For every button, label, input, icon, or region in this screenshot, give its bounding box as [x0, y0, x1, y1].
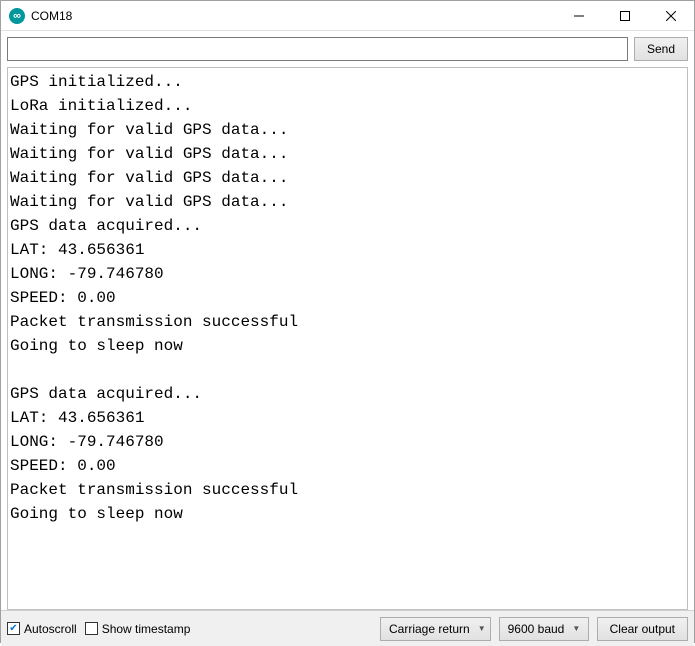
arduino-icon [9, 8, 25, 24]
line-ending-value: Carriage return [389, 622, 470, 636]
console-line: LAT: 43.656361 [10, 238, 685, 262]
checkbox-icon: ✔ [7, 622, 20, 635]
footer-bar: ✔ Autoscroll Show timestamp Carriage ret… [1, 610, 694, 646]
console-line: Going to sleep now [10, 334, 685, 358]
clear-output-button[interactable]: Clear output [597, 617, 688, 641]
console-line: GPS initialized... [10, 70, 685, 94]
console-line: Waiting for valid GPS data... [10, 118, 685, 142]
console-line: GPS data acquired... [10, 214, 685, 238]
autoscroll-label: Autoscroll [24, 622, 77, 636]
console-line: Waiting for valid GPS data... [10, 166, 685, 190]
console-line [10, 358, 685, 382]
console-line: GPS data acquired... [10, 382, 685, 406]
timestamp-label: Show timestamp [102, 622, 191, 636]
send-button[interactable]: Send [634, 37, 688, 61]
show-timestamp-checkbox[interactable]: Show timestamp [85, 622, 191, 636]
autoscroll-checkbox[interactable]: ✔ Autoscroll [7, 622, 77, 636]
maximize-button[interactable] [602, 1, 648, 30]
close-icon [666, 11, 676, 21]
console-line: Waiting for valid GPS data... [10, 142, 685, 166]
console-line: Packet transmission successful [10, 310, 685, 334]
input-row: Send [1, 31, 694, 67]
line-ending-select[interactable]: Carriage return ▼ [380, 617, 491, 641]
console-line: LAT: 43.656361 [10, 406, 685, 430]
close-button[interactable] [648, 1, 694, 30]
console-output[interactable]: GPS initialized...LoRa initialized...Wai… [7, 67, 688, 610]
minimize-icon [574, 11, 584, 21]
serial-input[interactable] [7, 37, 628, 61]
console-line: LONG: -79.746780 [10, 430, 685, 454]
chevron-down-icon: ▼ [478, 624, 486, 633]
console-line: LONG: -79.746780 [10, 262, 685, 286]
window-title: COM18 [31, 9, 556, 23]
minimize-button[interactable] [556, 1, 602, 30]
console-line: Packet transmission successful [10, 478, 685, 502]
maximize-icon [620, 11, 630, 21]
baud-value: 9600 baud [508, 622, 565, 636]
console-line: Waiting for valid GPS data... [10, 190, 685, 214]
checkbox-icon [85, 622, 98, 635]
console-line: LoRa initialized... [10, 94, 685, 118]
console-line: SPEED: 0.00 [10, 286, 685, 310]
baud-rate-select[interactable]: 9600 baud ▼ [499, 617, 589, 641]
chevron-down-icon: ▼ [572, 624, 580, 633]
titlebar: COM18 [1, 1, 694, 31]
console-line: Going to sleep now [10, 502, 685, 526]
window-controls [556, 1, 694, 30]
console-line: SPEED: 0.00 [10, 454, 685, 478]
